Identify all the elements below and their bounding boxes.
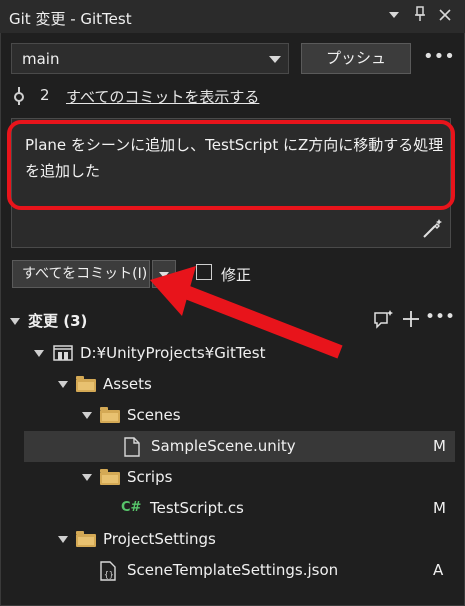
commit-options-dropdown[interactable] [152,260,176,288]
more-options-icon[interactable]: ••• [425,307,455,327]
amend-checkbox[interactable] [196,264,212,280]
highlight-box [7,120,455,210]
file-icon [124,437,140,461]
comment-sparkle-icon[interactable] [373,309,395,335]
folder-icon [100,407,120,423]
repository-icon [53,344,73,366]
show-all-commits-link[interactable]: すべてのコミットを表示する [66,86,259,107]
close-icon[interactable] [434,6,456,28]
tree-row[interactable]: C# TestScript.cs M [0,493,465,524]
title-bar: Git 変更 - GitTest [0,0,465,33]
tree-label: Scrips [127,468,173,486]
changes-title: 変更 (3) [28,312,88,330]
pin-icon[interactable] [409,6,431,28]
expand-icon[interactable] [34,350,44,357]
commit-all-button[interactable]: すべてをコミット(I) [12,260,150,288]
tree-row[interactable]: Scenes [0,400,465,431]
tree-label: SceneTemplateSettings.json [127,561,339,579]
tree-label: SampleScene.unity [151,437,296,455]
expand-icon[interactable] [82,412,92,419]
status-badge: M [433,499,446,517]
expand-icon[interactable] [58,381,68,388]
tree-row[interactable]: Assets [0,369,465,400]
tree-label: ProjectSettings [103,530,216,548]
expand-icon[interactable] [58,536,68,543]
tree-label: Scenes [127,406,181,424]
collapse-icon[interactable] [10,318,20,325]
tree-row[interactable]: Scrips [0,462,465,493]
push-button[interactable]: プッシュ [301,43,411,74]
branch-dropdown[interactable]: main [11,43,289,74]
tree-label: D:¥UnityProjects¥GitTest [80,344,266,362]
tree-row[interactable]: {} SceneTemplateSettings.json A [0,555,465,586]
tree-row[interactable]: ProjectSettings [0,524,465,555]
changes-header[interactable]: 変更 (3) [10,310,87,331]
chevron-down-icon [269,56,281,63]
dropdown-icon[interactable] [383,6,405,28]
window-title: Git 変更 - GitTest [9,10,132,28]
csharp-file-icon: C# [121,500,142,515]
amend-label: 修正 [221,266,252,284]
more-options-icon[interactable]: ••• [423,46,455,68]
folder-icon [76,531,96,547]
json-file-icon: {} [100,561,116,585]
chevron-down-icon [159,272,169,278]
commit-icon [14,87,24,105]
tree-label: Assets [103,375,152,393]
folder-icon [100,469,120,485]
plus-icon[interactable] [401,308,421,330]
commit-count: 2 [40,86,50,104]
tree-row-selected[interactable]: SampleScene.unity M [24,431,455,462]
tree-label: TestScript.cs [150,499,244,517]
branch-name: main [22,50,60,68]
status-badge: M [433,437,446,455]
expand-icon[interactable] [82,474,92,481]
status-badge: A [433,561,444,579]
folder-icon [76,376,96,392]
tree-row[interactable]: D:¥UnityProjects¥GitTest [0,338,465,369]
ai-generate-icon[interactable] [421,218,443,240]
svg-text:{}: {} [104,570,114,579]
